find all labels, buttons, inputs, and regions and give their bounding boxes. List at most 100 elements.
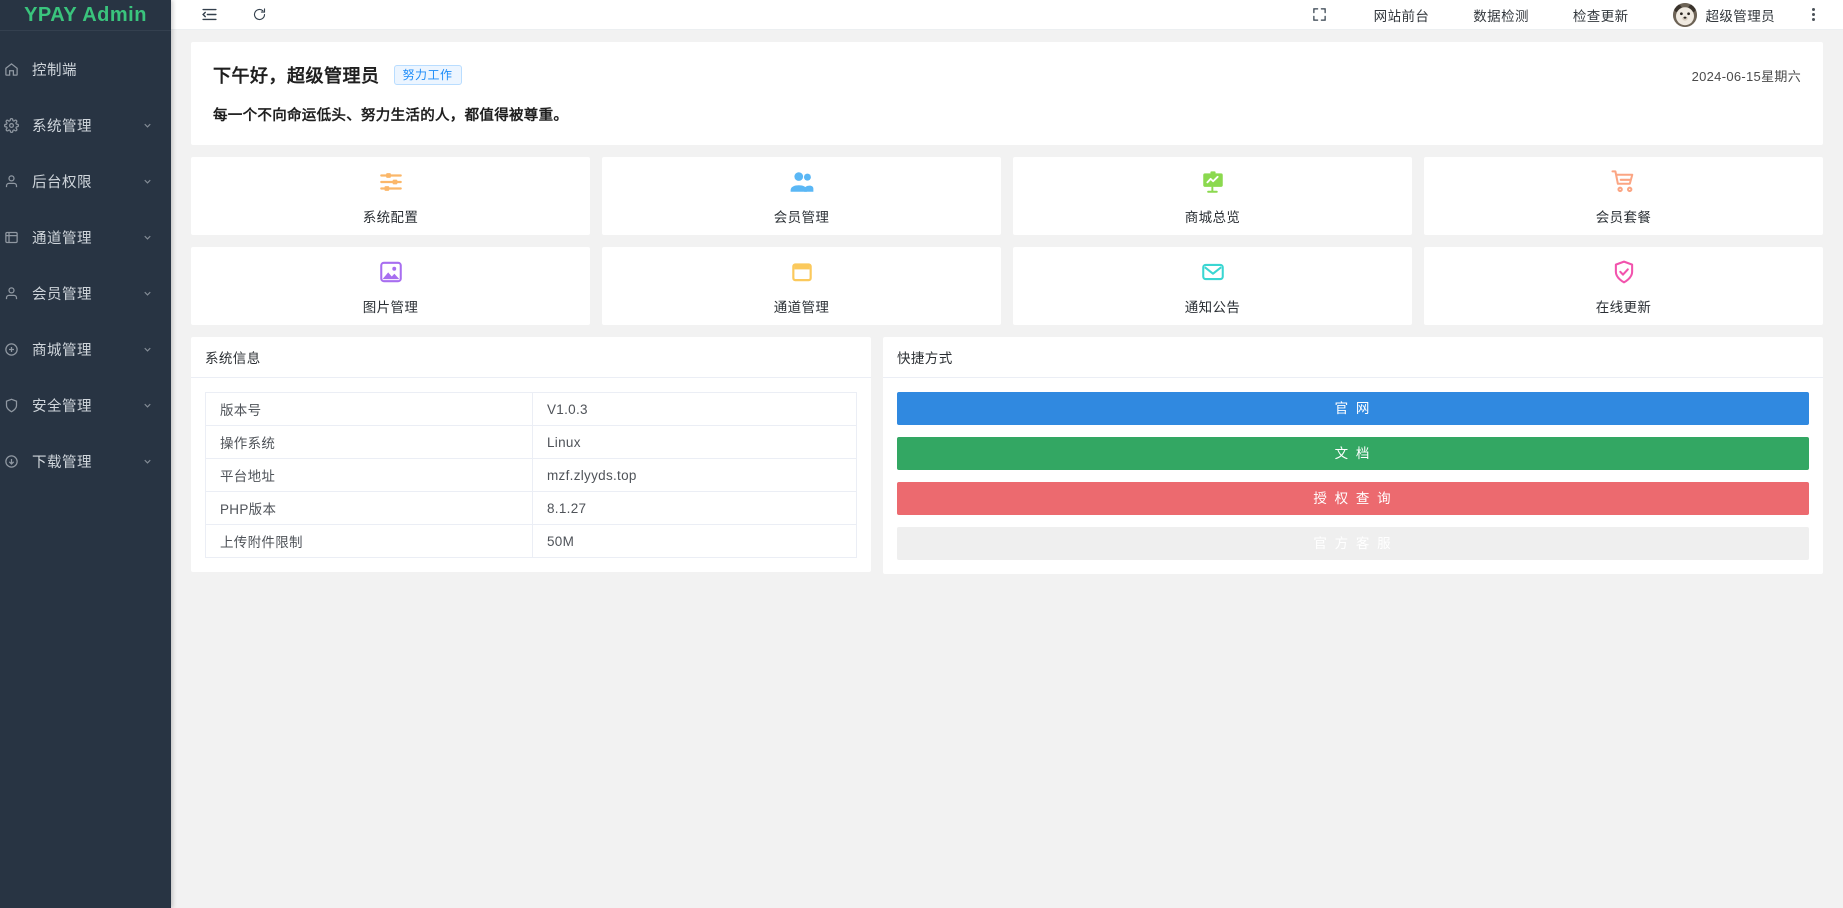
top-navbar: 网站前台 数据检测 检查更新 超级管理员 xyxy=(171,0,1843,30)
sidebar-item-download[interactable]: 下载管理 xyxy=(0,433,171,489)
refresh-icon[interactable] xyxy=(249,5,269,25)
content-scroll: 下午好，超级管理员 努力工作 每一个不向命运低头、努力生活的人，都值得被尊重。 … xyxy=(171,30,1843,908)
sidebar-item-label: 系统管理 xyxy=(32,118,92,135)
username-label: 超级管理员 xyxy=(1705,8,1775,24)
system-info-table: 版本号 V1.0.3 操作系统 Linux 平台地址 mzf.zlyyds.to… xyxy=(205,392,857,558)
sidebar-item-system[interactable]: 系统管理 xyxy=(0,97,171,153)
sidebar-item-permissions[interactable]: 后台权限 xyxy=(0,153,171,209)
fullscreen-icon[interactable] xyxy=(1310,5,1330,25)
home-icon xyxy=(0,62,22,77)
tile-label: 商城总览 xyxy=(1184,209,1241,225)
shortcut-tiles-row-2: 图片管理 通道管理 通知公告 在线更新 xyxy=(191,247,1823,325)
tile-label: 在线更新 xyxy=(1595,299,1652,315)
chevron-down-icon xyxy=(142,344,153,355)
sidebar-item-security[interactable]: 安全管理 xyxy=(0,377,171,433)
shopping-cart-icon xyxy=(1610,167,1637,197)
tile-label: 通知公告 xyxy=(1184,299,1241,315)
license-query-button[interactable]: 授 权 查 询 xyxy=(897,482,1809,515)
shield-check-icon xyxy=(1611,257,1637,287)
tile-image-management[interactable]: 图片管理 xyxy=(191,247,590,325)
chevron-down-icon xyxy=(142,232,153,243)
sidebar-item-label: 下载管理 xyxy=(32,454,92,471)
sidebar-item-shop[interactable]: 商城管理 xyxy=(0,321,171,377)
system-info-panel: 系统信息 版本号 V1.0.3 操作系统 Linux 平台地址 mzf.zlyy… xyxy=(191,337,871,572)
user-lock-icon xyxy=(0,174,22,189)
table-cell-key: 操作系统 xyxy=(205,425,533,459)
sidebar-item-label: 安全管理 xyxy=(32,398,92,415)
sidebar-item-label: 通道管理 xyxy=(32,230,92,247)
tile-system-config[interactable]: 系统配置 xyxy=(191,157,590,235)
envelope-icon xyxy=(1200,257,1226,287)
table-row: 版本号 V1.0.3 xyxy=(205,392,857,426)
tile-label: 会员管理 xyxy=(773,209,830,225)
official-support-button[interactable]: 官 方 客 服 xyxy=(897,527,1809,560)
navbar-left-tools xyxy=(199,5,269,25)
chevron-down-icon xyxy=(142,288,153,299)
quick-actions-body: 官 网 文 档 授 权 查 询 官 方 客 服 xyxy=(883,378,1823,574)
sidebar-item-label: 商城管理 xyxy=(32,342,92,359)
shield-icon xyxy=(0,398,22,413)
table-row: 平台地址 mzf.zlyyds.top xyxy=(205,458,857,492)
sidebar-item-label: 会员管理 xyxy=(32,286,92,303)
user-icon xyxy=(0,286,22,301)
table-cell-value: V1.0.3 xyxy=(532,392,857,426)
download-icon xyxy=(0,454,22,469)
page-title: 下午好，超级管理员 xyxy=(213,66,380,86)
greeting-title-row: 下午好，超级管理员 努力工作 xyxy=(213,62,1692,88)
chevron-down-icon xyxy=(142,400,153,411)
chevron-down-icon xyxy=(142,456,153,467)
panel-title: 快捷方式 xyxy=(883,337,1823,378)
nav-link-data-check[interactable]: 数据检测 xyxy=(1451,5,1551,25)
greeting-text-block: 下午好，超级管理员 努力工作 每一个不向命运低头、努力生活的人，都值得被尊重。 xyxy=(213,62,1692,125)
nav-link-check-update[interactable]: 检查更新 xyxy=(1551,5,1651,25)
tile-label: 会员套餐 xyxy=(1595,209,1652,225)
table-cell-key: 平台地址 xyxy=(205,458,533,492)
table-cell-key: 上传附件限制 xyxy=(205,524,533,558)
tile-online-update[interactable]: 在线更新 xyxy=(1424,247,1823,325)
table-cell-value: mzf.zlyyds.top xyxy=(532,458,857,492)
tile-member-management[interactable]: 会员管理 xyxy=(602,157,1001,235)
table-cell-value: 50M xyxy=(532,524,857,558)
sidebar-item-members[interactable]: 会员管理 xyxy=(0,265,171,321)
channel-icon xyxy=(0,230,22,245)
tile-notifications[interactable]: 通知公告 xyxy=(1013,247,1412,325)
tile-shop-overview[interactable]: 商城总览 xyxy=(1013,157,1412,235)
bottom-panels: 系统信息 版本号 V1.0.3 操作系统 Linux 平台地址 mzf.zlyy… xyxy=(191,337,1823,574)
greeting-subtitle: 每一个不向命运低头、努力生活的人，都值得被尊重。 xyxy=(213,108,569,124)
sidebar-item-label: 后台权限 xyxy=(32,174,92,191)
table-row: 上传附件限制 50M xyxy=(205,524,857,558)
sidebar: YPAY Admin 控制端 系统管理 后台权限 通道管理 会员管理 商城管理 … xyxy=(0,0,171,908)
shortcut-tiles-row-1: 系统配置 会员管理 商城总览 会员套餐 xyxy=(191,157,1823,235)
table-row: 操作系统 Linux xyxy=(205,425,857,459)
system-info-body: 版本号 V1.0.3 操作系统 Linux 平台地址 mzf.zlyyds.to… xyxy=(191,378,871,572)
quick-actions-panel: 快捷方式 官 网 文 档 授 权 查 询 官 方 客 服 xyxy=(883,337,1823,574)
table-cell-key: 版本号 xyxy=(205,392,533,426)
sidebar-item-console[interactable]: 控制端 xyxy=(0,41,171,97)
official-site-button[interactable]: 官 网 xyxy=(897,392,1809,425)
current-date: 2024-06-15星期六 xyxy=(1691,69,1801,84)
panel-title: 系统信息 xyxy=(191,337,871,378)
sidebar-menu: 控制端 系统管理 后台权限 通道管理 会员管理 商城管理 安全管理 下载管理 xyxy=(0,31,171,489)
more-vertical-icon[interactable] xyxy=(1799,2,1827,28)
table-cell-key: PHP版本 xyxy=(205,491,533,525)
navbar-right-tools: 网站前台 数据检测 检查更新 超级管理员 xyxy=(1310,2,1827,28)
menu-collapse-icon[interactable] xyxy=(199,5,219,25)
nav-link-frontend[interactable]: 网站前台 xyxy=(1352,5,1452,25)
chevron-down-icon xyxy=(142,120,153,131)
table-cell-value: Linux xyxy=(532,425,857,459)
chart-board-icon xyxy=(1200,167,1226,197)
tile-label: 图片管理 xyxy=(362,299,419,315)
docs-button[interactable]: 文 档 xyxy=(897,437,1809,470)
tile-channel-management[interactable]: 通道管理 xyxy=(602,247,1001,325)
user-menu[interactable]: 超级管理员 xyxy=(1651,2,1776,27)
shop-icon xyxy=(0,342,22,357)
tile-member-package[interactable]: 会员套餐 xyxy=(1424,157,1823,235)
avatar xyxy=(1672,2,1697,27)
sidebar-item-channel[interactable]: 通道管理 xyxy=(0,209,171,265)
greeting-card: 下午好，超级管理员 努力工作 每一个不向命运低头、努力生活的人，都值得被尊重。 … xyxy=(191,42,1823,145)
gear-icon xyxy=(0,117,22,133)
sidebar-item-label: 控制端 xyxy=(32,62,77,79)
status-badge: 努力工作 xyxy=(393,65,462,85)
brand-logo[interactable]: YPAY Admin xyxy=(0,0,171,30)
chevron-down-icon xyxy=(142,176,153,187)
